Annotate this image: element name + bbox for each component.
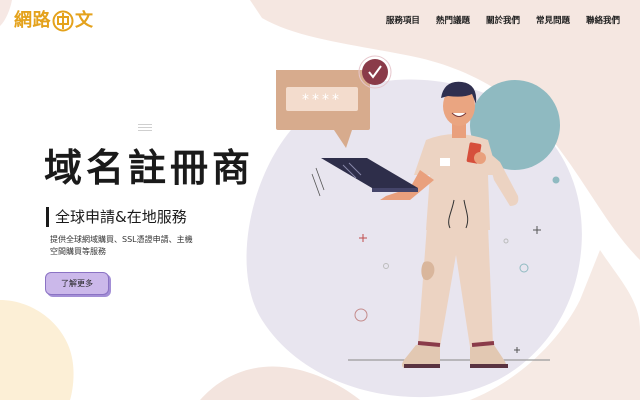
- nav-item-about[interactable]: 關於我們: [478, 14, 528, 28]
- nav-item-contact[interactable]: 聯絡我們: [578, 14, 628, 28]
- logo-text-right: 文: [75, 10, 94, 31]
- main-nav: 服務項目 熱門議題 關於我們 常見問題 聯絡我們: [378, 14, 628, 28]
- hero-description: 提供全球網域購買、SSL憑證申請、主機空間購買等服務: [50, 235, 193, 256]
- nav-item-services[interactable]: 服務項目: [378, 14, 428, 28]
- logo-mark-icon: [52, 10, 74, 32]
- deco-plus-2: [533, 226, 541, 234]
- decorative-lines: [138, 124, 152, 133]
- deco-dot-small: [383, 263, 389, 269]
- speech-bubble: ****: [276, 70, 370, 148]
- password-mask-text: ****: [302, 92, 342, 108]
- learn-more-button[interactable]: 了解更多: [45, 272, 109, 295]
- logo-text-left: 網路: [14, 10, 51, 31]
- hero-title: 域名註冊商: [44, 145, 255, 190]
- nav-item-hot-topics[interactable]: 熱門議題: [428, 14, 478, 28]
- deco-dot-3: [503, 238, 509, 244]
- nav-item-faq[interactable]: 常見問題: [528, 14, 578, 28]
- hero-illustration: ****: [276, 55, 560, 368]
- header: 網路 文 服務項目 熱門議題 關於我們 常見問題 聯絡我們: [0, 0, 640, 44]
- logo[interactable]: 網路 文: [14, 7, 94, 35]
- deco-circle-2: [519, 263, 529, 273]
- deco-circle-1: [354, 308, 368, 322]
- deco-plus-1: [359, 234, 367, 242]
- yellow-blob-left: [0, 300, 74, 400]
- deco-plus-3: [514, 347, 520, 353]
- check-badge-icon: [358, 55, 392, 89]
- deco-dot-teal: [552, 176, 560, 184]
- hero-subtitle: 全球申請&在地服務: [46, 207, 187, 227]
